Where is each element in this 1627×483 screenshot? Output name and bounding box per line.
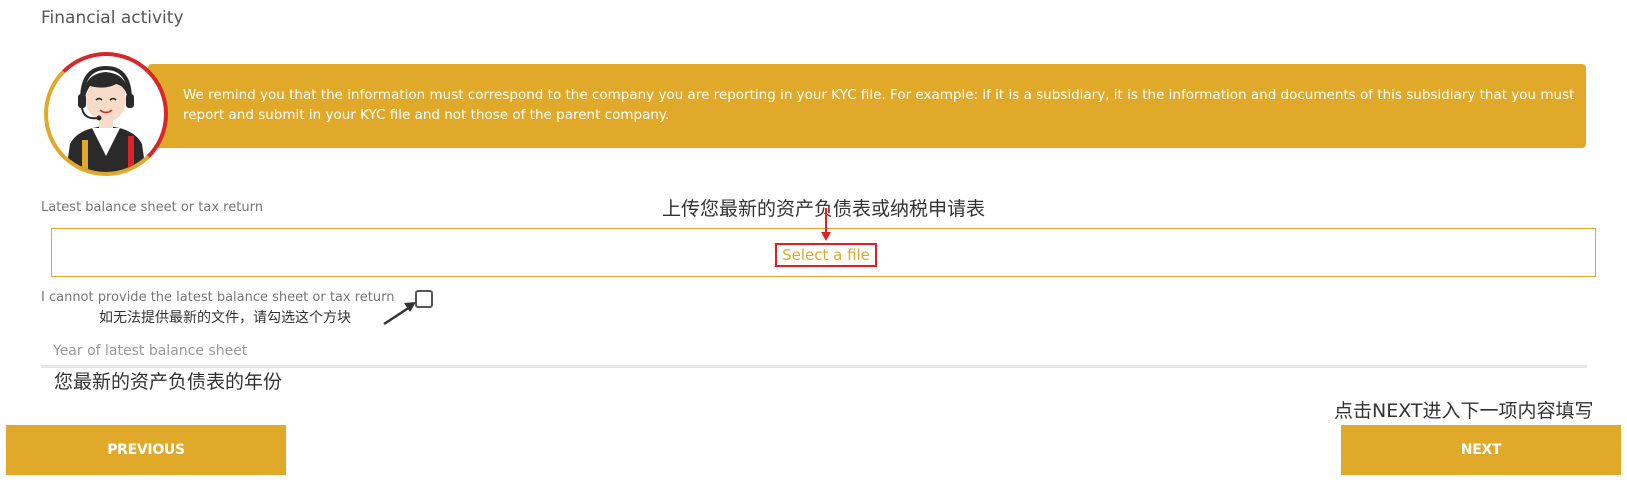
balance-sheet-label: Latest balance sheet or tax return	[41, 200, 263, 215]
support-agent-icon	[44, 52, 168, 176]
year-of-balance-sheet-input[interactable]	[41, 336, 1587, 368]
cannot-provide-label: I cannot provide the latest balance shee…	[41, 290, 395, 305]
next-button[interactable]: NEXT	[1341, 425, 1621, 475]
next-hint-annotation: 点击NEXT进入下一项内容填写	[1334, 400, 1594, 422]
red-arrow-icon	[820, 208, 832, 246]
checkbox-hint-annotation: 如无法提供最新的文件，请勾选这个方块	[99, 310, 351, 326]
previous-button[interactable]: PREVIOUS	[6, 425, 286, 475]
pointer-arrow-icon	[382, 300, 418, 330]
year-hint-annotation: 您最新的资产负债表的年份	[54, 371, 283, 393]
info-banner-text: We remind you that the information must …	[183, 87, 1575, 123]
select-file-button[interactable]: Select a file	[775, 243, 877, 267]
section-title: Financial activity	[41, 8, 184, 28]
